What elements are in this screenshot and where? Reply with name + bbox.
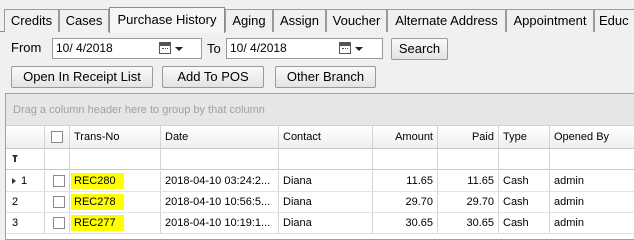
column-header-date[interactable]: Date <box>161 126 279 148</box>
from-label: From <box>11 40 42 55</box>
add-to-pos-button[interactable]: Add To POS <box>162 66 264 88</box>
row-number: 2 <box>12 196 19 208</box>
table-row[interactable]: 3 REC277 2018-04-10 10:19:1... Diana 30.… <box>6 213 634 234</box>
column-header-opened-by[interactable]: Opened By <box>550 126 634 148</box>
filter-cell-trans-no[interactable] <box>70 149 161 169</box>
contact-cell[interactable]: Diana <box>279 213 373 233</box>
trans-no-cell[interactable]: REC278 <box>70 192 161 212</box>
filter-cell-paid[interactable] <box>438 149 499 169</box>
current-row-arrow-icon <box>12 178 16 184</box>
filter-cell-opened-by[interactable] <box>550 149 634 169</box>
from-date-field[interactable]: 10/ 4/2018 <box>52 38 202 59</box>
tab-assign[interactable]: Assign <box>273 9 326 32</box>
column-header-paid[interactable]: Paid <box>438 126 499 148</box>
table-row[interactable]: 1 REC280 2018-04-10 03:24:2... Diana 11.… <box>6 171 634 192</box>
row-indicator-header <box>6 126 45 148</box>
tab-education[interactable]: Educ <box>594 9 634 32</box>
amount-cell[interactable]: 11.65 <box>373 171 438 191</box>
tab-credits[interactable]: Credits <box>4 9 59 32</box>
open-in-receipt-list-button[interactable]: Open In Receipt List <box>11 66 153 88</box>
opened-by-cell[interactable]: admin <box>550 213 634 233</box>
type-cell[interactable]: Cash <box>499 171 550 191</box>
date-cell[interactable]: 2018-04-10 10:19:1... <box>161 213 279 233</box>
row-select-cell <box>45 192 70 212</box>
group-by-panel[interactable]: Drag a column header here to group by th… <box>6 94 634 126</box>
select-all-cell <box>45 126 70 148</box>
tab-voucher[interactable]: Voucher <box>326 9 387 32</box>
tab-appointment[interactable]: Appointment <box>506 9 594 32</box>
filter-cell-type[interactable] <box>499 149 550 169</box>
trans-no-cell[interactable]: REC277 <box>70 213 161 233</box>
paid-cell[interactable]: 11.65 <box>438 171 499 191</box>
filter-icon <box>12 155 18 162</box>
tab-purchase-history[interactable]: Purchase History <box>109 7 225 33</box>
trans-no-cell[interactable]: REC280 <box>70 171 161 191</box>
row-select-cell <box>45 171 70 191</box>
date-cell[interactable]: 2018-04-10 10:56:5... <box>161 192 279 212</box>
tab-strip: Credits Cases Purchase History Aging Ass… <box>0 0 634 33</box>
row-checkbox[interactable] <box>53 175 65 187</box>
chevron-down-icon[interactable] <box>355 47 363 51</box>
row-checkbox[interactable] <box>53 196 65 208</box>
row-checkbox[interactable] <box>53 217 65 229</box>
filter-row-indicator <box>6 149 45 169</box>
search-button[interactable]: Search <box>391 38 448 60</box>
trans-no-highlight: REC278 <box>71 194 124 210</box>
column-header-trans-no[interactable]: Trans-No <box>70 126 161 148</box>
paid-cell[interactable]: 29.70 <box>438 192 499 212</box>
row-indicator: 3 <box>6 213 45 233</box>
column-header-type[interactable]: Type <box>499 126 550 148</box>
to-label: To <box>207 41 221 56</box>
filter-cell-date[interactable] <box>161 149 279 169</box>
auto-filter-row <box>6 149 634 170</box>
tab-alternate-address[interactable]: Alternate Address <box>387 9 506 32</box>
filter-cell-amount[interactable] <box>373 149 438 169</box>
type-cell[interactable]: Cash <box>499 192 550 212</box>
trans-no-highlight: REC277 <box>71 215 124 231</box>
row-select-cell <box>45 213 70 233</box>
row-indicator: 2 <box>6 192 45 212</box>
calendar-icon[interactable] <box>159 42 171 54</box>
chevron-down-icon[interactable] <box>175 47 183 51</box>
filter-cell[interactable] <box>45 149 70 169</box>
contact-cell[interactable]: Diana <box>279 171 373 191</box>
from-date-value: 10/ 4/2018 <box>56 41 113 55</box>
amount-cell[interactable]: 29.70 <box>373 192 438 212</box>
calendar-icon[interactable] <box>339 42 351 54</box>
paid-cell[interactable]: 30.65 <box>438 213 499 233</box>
select-all-checkbox[interactable] <box>51 131 63 143</box>
contact-cell[interactable]: Diana <box>279 192 373 212</box>
purchase-history-grid: Drag a column header here to group by th… <box>5 93 634 240</box>
opened-by-cell[interactable]: admin <box>550 192 634 212</box>
other-branch-button[interactable]: Other Branch <box>275 66 376 88</box>
amount-cell[interactable]: 30.65 <box>373 213 438 233</box>
column-header-contact[interactable]: Contact <box>279 126 373 148</box>
row-indicator: 1 <box>6 171 45 191</box>
opened-by-cell[interactable]: admin <box>550 171 634 191</box>
column-header-amount[interactable]: Amount <box>373 126 438 148</box>
tab-aging[interactable]: Aging <box>225 9 273 32</box>
tab-cases[interactable]: Cases <box>59 9 109 32</box>
to-date-field[interactable]: 10/ 4/2018 <box>226 38 383 59</box>
type-cell[interactable]: Cash <box>499 213 550 233</box>
table-row[interactable]: 2 REC278 2018-04-10 10:56:5... Diana 29.… <box>6 192 634 213</box>
trans-no-highlight: REC280 <box>71 173 124 189</box>
filter-cell-contact[interactable] <box>279 149 373 169</box>
row-number: 3 <box>12 217 19 229</box>
row-number: 1 <box>21 175 28 187</box>
to-date-value: 10/ 4/2018 <box>230 41 287 55</box>
group-by-hint: Drag a column header here to group by th… <box>13 104 265 116</box>
date-cell[interactable]: 2018-04-10 03:24:2... <box>161 171 279 191</box>
grid-header: Trans-No Date Contact Amount Paid Type O… <box>6 126 634 149</box>
